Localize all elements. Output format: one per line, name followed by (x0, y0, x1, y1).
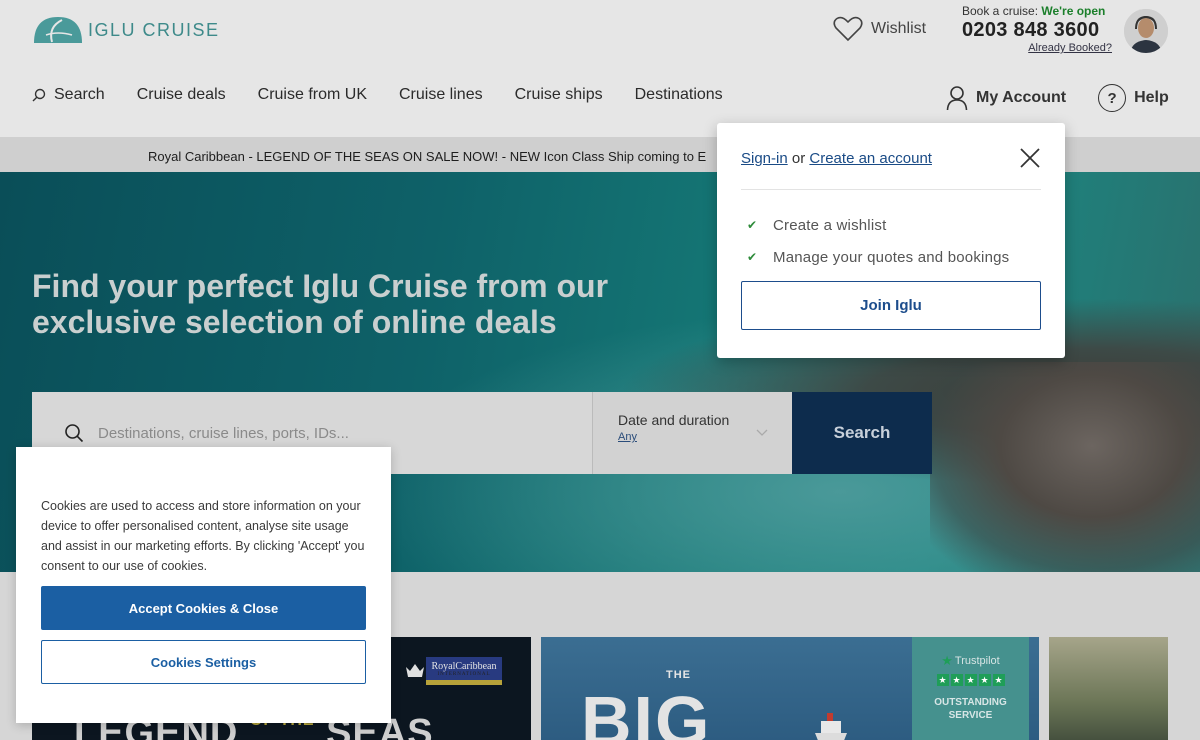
promo-card-big[interactable]: THE BIG ★ Trustpilot ★ ★ ★ ★ ★ OUTSTANDING S… (541, 637, 1039, 740)
trustpilot-name: ★ Trustpilot (912, 653, 1029, 669)
brand-sub: INTERNATIONAL (437, 671, 491, 677)
star-icon: ★ (964, 674, 977, 686)
trustpilot-panel: ★ Trustpilot ★ ★ ★ ★ ★ OUTSTANDING SERVICE (912, 637, 1029, 740)
star-icon: ★ (978, 674, 991, 686)
accept-cookies-button[interactable]: Accept Cookies & Close (41, 586, 366, 630)
benefit-item: ✔ Create a wishlist (747, 209, 1009, 241)
search-icon (65, 424, 84, 443)
cookie-settings-button[interactable]: Cookies Settings (41, 640, 366, 684)
benefit-label: Manage your quotes and bookings (773, 248, 1010, 266)
join-iglu-button[interactable]: Join Iglu (741, 281, 1041, 330)
cruise-ship-icon (815, 713, 847, 740)
hero-rock-image (930, 362, 1200, 572)
search-button[interactable]: Search (792, 392, 932, 474)
star-icon: ★ (992, 674, 1005, 686)
search-placeholder: Destinations, cruise lines, ports, IDs..… (98, 424, 349, 442)
logo-mark-icon (34, 17, 82, 43)
or-text: or (791, 150, 806, 167)
heart-icon (833, 16, 863, 42)
trustpilot-label: Trustpilot (954, 655, 1000, 667)
brand-name: RoyalCaribbean (431, 660, 497, 672)
account-popover: Sign-in or Create an account ✔ Create a … (717, 123, 1065, 358)
my-account-label: My Account (976, 89, 1067, 106)
nav-item-cruise-ships[interactable]: Cruise ships (515, 86, 603, 104)
big-text: BIG (581, 682, 712, 740)
wishlist-link[interactable]: Wishlist (833, 16, 926, 42)
already-booked-link[interactable]: Already Booked? (962, 42, 1112, 54)
date-duration-label: Date and duration (618, 412, 730, 428)
phone-number[interactable]: 0203 848 3600 (962, 19, 1112, 42)
main-nav: Search Cruise deals Cruise from UK Cruis… (32, 86, 755, 104)
wishlist-label: Wishlist (871, 20, 927, 37)
help-label: Help (1134, 89, 1169, 106)
help-icon: ? (1098, 84, 1127, 112)
cookie-consent-dialog: Cookies are used to access and store inf… (16, 447, 391, 723)
star-icon: ★ (950, 674, 963, 686)
cookie-consent-text: Cookies are used to access and store inf… (41, 499, 365, 573)
nav-item-cruise-from-uk[interactable]: Cruise from UK (258, 86, 367, 104)
benefit-item: ✔ Manage your quotes and bookings (747, 241, 1009, 273)
popover-divider (741, 189, 1041, 190)
popover-header: Sign-in or Create an account (741, 150, 932, 167)
crown-anchor-icon (406, 664, 424, 677)
my-account-button[interactable]: My Account (946, 85, 1066, 111)
star-icon: ★ (936, 674, 949, 686)
nav-item-destinations[interactable]: Destinations (635, 86, 723, 104)
site-header: IGLU CRUISE Wishlist Book a cruise: We'r… (0, 0, 1200, 137)
check-icon: ✔ (747, 218, 758, 232)
account-benefits-list: ✔ Create a wishlist ✔ Manage your quotes… (747, 209, 1009, 273)
hero-title: Find your perfect Iglu Cruise from our e… (32, 268, 609, 340)
open-status: We're open (1041, 4, 1106, 18)
nav-right: My Account ? Help (946, 84, 1169, 112)
royal-caribbean-badge: RoyalCaribbean INTERNATIONAL (404, 657, 502, 685)
iglu-cruise-logo[interactable]: IGLU CRUISE (32, 15, 220, 43)
create-account-link[interactable]: Create an account (809, 150, 932, 167)
nav-item-cruise-deals[interactable]: Cruise deals (137, 86, 226, 104)
contact-block: Book a cruise: We're open 0203 848 3600 … (962, 4, 1112, 54)
check-icon: ✔ (747, 250, 758, 264)
search-icon (32, 88, 46, 102)
royal-caribbean-logo: RoyalCaribbean INTERNATIONAL (426, 657, 502, 685)
agent-avatar (1124, 9, 1168, 53)
promo-card-scenic[interactable] (1049, 637, 1168, 740)
trustpilot-star-icon: ★ (941, 653, 953, 668)
date-duration-select[interactable]: Date and duration Any (592, 392, 792, 474)
nav-item-label: Search (54, 86, 105, 103)
book-line: Book a cruise: We're open (962, 4, 1112, 18)
book-label: Book a cruise: (962, 4, 1039, 18)
benefit-label: Create a wishlist (773, 216, 887, 234)
chevron-down-icon (756, 429, 768, 436)
nav-item-cruise-lines[interactable]: Cruise lines (399, 86, 483, 104)
promo-banner-text: Royal Caribbean - LEGEND OF THE SEAS ON … (148, 149, 707, 164)
big-the-text: THE (666, 669, 691, 681)
trustpilot-caption: OUTSTANDING SERVICE (934, 697, 1007, 721)
help-button[interactable]: ? Help (1098, 84, 1169, 112)
trustpilot-rating-stars: ★ ★ ★ ★ ★ (912, 674, 1029, 686)
nav-item-search[interactable]: Search (32, 86, 105, 104)
agent-photo-icon (1124, 9, 1168, 53)
user-icon (946, 86, 968, 111)
sign-in-link[interactable]: Sign-in (741, 150, 788, 167)
logo-text: IGLU CRUISE (88, 20, 220, 40)
close-icon[interactable] (1019, 147, 1041, 169)
